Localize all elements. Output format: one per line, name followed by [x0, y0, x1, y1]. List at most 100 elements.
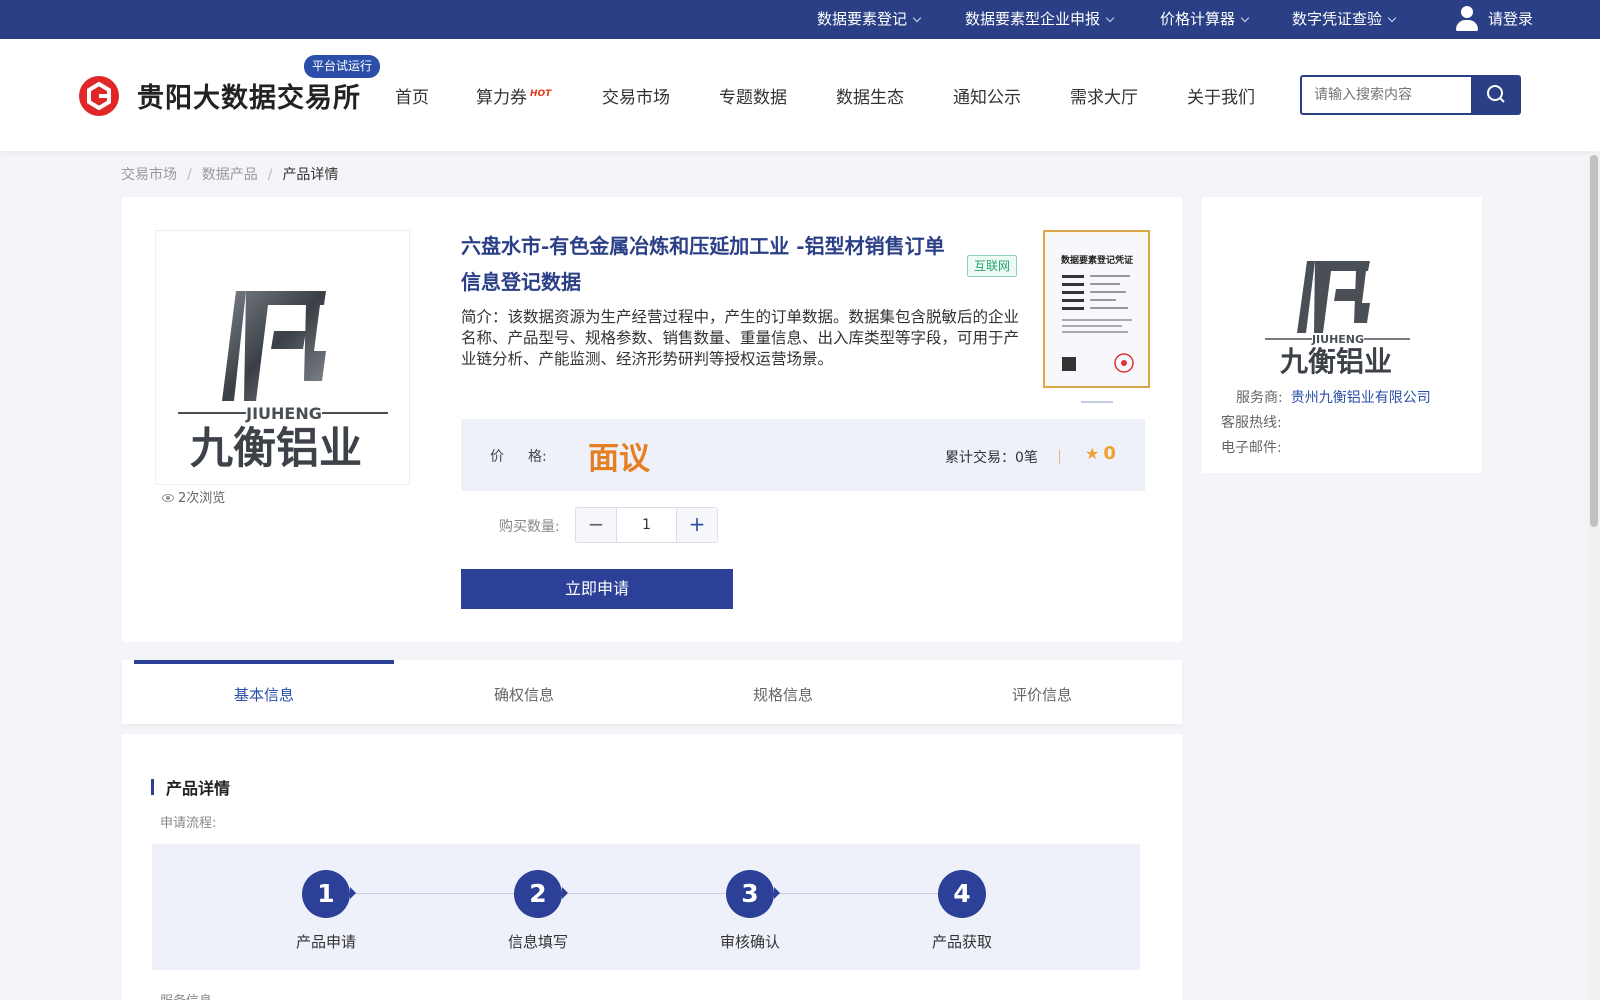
step-circle-4: 4: [938, 870, 986, 918]
rating: ★ 0: [1085, 443, 1116, 464]
breadcrumb-product-detail: 产品详情: [282, 167, 339, 183]
price-label-part2: 格:: [528, 449, 547, 465]
nav-about-us[interactable]: 关于我们: [1187, 83, 1255, 108]
certificate-image: 数据要素登记凭证: [1048, 235, 1147, 385]
step-arrow: [350, 887, 356, 899]
chevron-down-icon: [1240, 13, 1250, 23]
step-label-1: 产品申请: [295, 933, 356, 951]
breadcrumb-trading-market[interactable]: 交易市场: [121, 164, 177, 184]
hotline-row: 客服热线:: [1221, 412, 1282, 432]
divider: [1059, 450, 1060, 464]
exchange-logo-text[interactable]: 贵阳大数据交易所: [137, 76, 361, 115]
step-label-4: 产品获取: [931, 933, 992, 951]
breadcrumb: 交易市场 / 数据产品 / 产品详情: [121, 164, 338, 184]
trial-badge: 平台试运行: [304, 55, 381, 78]
search-button[interactable]: [1471, 75, 1521, 115]
provider-name-row: 服务商: 贵州九衡铝业有限公司: [1236, 387, 1431, 407]
exchange-logo-icon[interactable]: [78, 75, 120, 117]
price-label: 价 格:: [490, 446, 547, 466]
step-label-3: 审核确认: [719, 933, 780, 951]
nav-home[interactable]: 首页: [395, 83, 429, 108]
quantity-decrease-button[interactable]: −: [576, 508, 617, 542]
jiuheng-logo-image: JIUHENG 九衡铝业: [178, 291, 388, 474]
trade-count-value: 0笔: [1015, 450, 1038, 466]
chevron-down-icon: [912, 13, 922, 23]
nav-demand-hall[interactable]: 需求大厅: [1070, 83, 1138, 108]
topbar-menu-label: 价格计算器: [1160, 10, 1236, 28]
top-utility-bar: 数据要素登记 数据要素型企业申报 价格计算器 数字凭证查验 请登录: [0, 0, 1600, 39]
star-icon: ★: [1085, 444, 1100, 463]
price-value: 面议: [588, 441, 650, 477]
tab-basic-info[interactable]: 基本信息: [134, 660, 394, 724]
view-count: 2次浏览: [162, 487, 225, 506]
price-label-part1: 价: [490, 449, 504, 465]
topbar-menu-certificate-check[interactable]: 数字凭证查验: [1292, 0, 1397, 39]
hotline-label: 客服热线:: [1221, 415, 1282, 431]
user-icon[interactable]: [1456, 6, 1478, 32]
apply-now-button[interactable]: 立即申请: [461, 569, 733, 609]
search-input[interactable]: [1300, 75, 1472, 115]
rating-value: 0: [1103, 443, 1116, 464]
registration-certificate-thumbnail[interactable]: 数据要素登记凭证: [1043, 230, 1150, 388]
certificate-indicator: [1081, 401, 1113, 403]
main-header: 贵阳大数据交易所 平台试运行 首页 算力券 HOT 交易市场 专题数据 数据生态…: [0, 39, 1600, 151]
detail-tabs: 基本信息 确权信息 规格信息 评价信息: [122, 660, 1182, 724]
jiuheng-logo-image: JIUHENG 九衡铝业: [1265, 261, 1410, 378]
step-circle-2: 2: [514, 870, 562, 918]
breadcrumb-separator: /: [267, 167, 273, 183]
quantity-label: 购买数量:: [499, 519, 560, 535]
step-arrow: [562, 887, 568, 899]
price-panel: [461, 419, 1145, 491]
quantity-input[interactable]: 1: [617, 508, 676, 542]
trade-count-label: 累计交易：: [945, 450, 1015, 466]
certificate-title: 数据要素登记凭证: [1061, 254, 1133, 266]
step-circle-1: 1: [302, 870, 350, 918]
email-row: 电子邮件:: [1221, 437, 1282, 457]
product-title: 六盘水市-有色金属冶炼和压延加工业 -铝型材销售订单信息登记数据: [461, 234, 945, 294]
topbar-menu-label: 数字凭证查验: [1292, 10, 1383, 28]
view-count-text: 2次浏览: [178, 491, 226, 506]
product-image: JIUHENG 九衡铝业: [155, 230, 410, 485]
section-title: 产品详情: [151, 775, 230, 799]
topbar-menu-enterprise-declaration[interactable]: 数据要素型企业申报: [965, 0, 1115, 39]
step-label-2: 信息填写: [507, 933, 568, 951]
topbar-menu-price-calculator[interactable]: 价格计算器: [1160, 0, 1250, 39]
topbar-menu-label: 数据要素登记: [817, 10, 908, 28]
scrollbar-thumb[interactable]: [1590, 155, 1598, 527]
topbar-menu-data-registration[interactable]: 数据要素登记: [817, 0, 922, 39]
tab-rights-info[interactable]: 确权信息: [394, 660, 654, 724]
source-tag: 互联网: [967, 255, 1018, 277]
tab-review-info[interactable]: 评价信息: [912, 660, 1172, 724]
step-arrow: [774, 887, 780, 899]
topbar-menu-label: 数据要素型企业申报: [965, 10, 1101, 28]
nav-trading-market[interactable]: 交易市场: [602, 83, 670, 108]
service-info-label: 服务信息: [160, 990, 212, 1000]
product-image-brand-cn: 九衡铝业: [190, 424, 362, 474]
nav-topic-data[interactable]: 专题数据: [719, 83, 787, 108]
breadcrumb-data-products[interactable]: 数据产品: [202, 164, 258, 184]
trade-count: 累计交易：0笔: [945, 447, 1038, 467]
provider-label: 服务商:: [1236, 390, 1283, 406]
provider-name-link[interactable]: 贵州九衡铝业有限公司: [1291, 390, 1431, 406]
breadcrumb-separator: /: [187, 167, 192, 183]
quantity-stepper: − 1 +: [575, 507, 718, 543]
step-circle-3: 3: [726, 870, 774, 918]
flow-label: 申请流程:: [160, 816, 217, 831]
eye-icon: [162, 494, 174, 502]
chevron-down-icon: [1105, 13, 1115, 23]
quantity-increase-button[interactable]: +: [676, 508, 717, 542]
email-label: 电子邮件:: [1221, 440, 1282, 456]
provider-logo: JIUHENG 九衡铝业: [1252, 247, 1422, 378]
provider-brand-cn: 九衡铝业: [1280, 345, 1392, 377]
product-image-brand-en: JIUHENG: [245, 404, 322, 423]
nav-data-ecosystem[interactable]: 数据生态: [836, 83, 904, 108]
login-link[interactable]: 请登录: [1488, 0, 1533, 39]
chevron-down-icon: [1387, 13, 1397, 23]
hot-badge: HOT: [530, 89, 552, 99]
search-icon: [1487, 85, 1505, 103]
flow-connector-line: [348, 893, 964, 894]
product-description: 简介：该数据资源为生产经营过程中，产生的订单数据。数据集包含脱敏后的企业名称、产…: [461, 308, 1020, 368]
nav-notices[interactable]: 通知公示: [953, 83, 1021, 108]
nav-compute-voucher[interactable]: 算力券: [476, 83, 527, 108]
tab-spec-info[interactable]: 规格信息: [653, 660, 913, 724]
